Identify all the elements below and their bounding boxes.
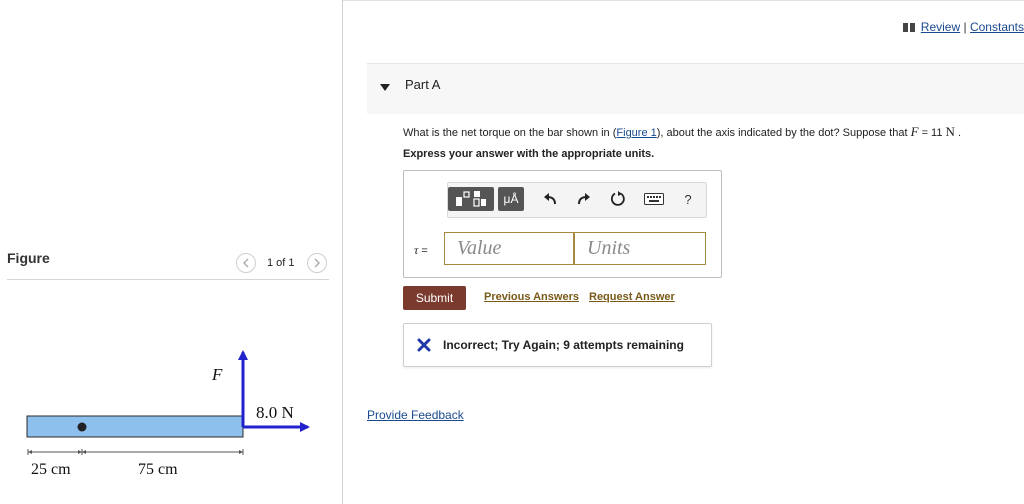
- undo-button[interactable]: [540, 187, 560, 211]
- force-unit: N: [945, 124, 955, 139]
- force-horizontal-label: 8.0 N: [256, 403, 294, 422]
- force-f-label: F: [211, 365, 223, 384]
- previous-answers-link[interactable]: Previous Answers: [484, 291, 579, 303]
- request-answer-link[interactable]: Request Answer: [589, 291, 675, 303]
- figure-link[interactable]: Figure 1: [616, 127, 656, 139]
- question-middle: ), about the axis indicated by the dot? …: [656, 127, 911, 139]
- keyboard-button[interactable]: [642, 187, 666, 211]
- undo-icon: [544, 193, 556, 205]
- part-header[interactable]: Part A: [367, 63, 1024, 114]
- keyboard-icon: [644, 193, 664, 205]
- part-title: Part A: [405, 77, 441, 92]
- chevron-left-icon: [243, 258, 249, 268]
- figure-heading: Figure: [7, 250, 50, 266]
- provide-feedback-link[interactable]: Provide Feedback: [367, 408, 464, 422]
- constants-link[interactable]: Constants: [970, 20, 1024, 34]
- answer-label: τ =: [414, 243, 428, 258]
- bar-diagram: F 8.0 N 25 cm 75 cm: [26, 350, 310, 478]
- figure-prev-button[interactable]: [236, 253, 256, 273]
- templates-button[interactable]: [448, 187, 494, 211]
- link-separator: |: [963, 20, 967, 34]
- question-prefix: What is the net torque on the bar shown …: [403, 127, 617, 139]
- chevron-right-icon: [314, 258, 320, 268]
- force-variable: F: [910, 124, 919, 139]
- incorrect-x-icon: [417, 338, 431, 352]
- answer-box: μÅ ? τ = Value Units: [403, 170, 722, 278]
- left-dimension-label: 25 cm: [31, 461, 71, 478]
- equation-toolbar: μÅ ?: [447, 182, 707, 218]
- question-text: What is the net torque on the bar shown …: [403, 124, 961, 140]
- redo-icon: [578, 193, 590, 205]
- help-button[interactable]: ?: [678, 187, 698, 211]
- units-input[interactable]: [574, 232, 706, 265]
- units-symbol: μÅ: [503, 192, 519, 206]
- units-button[interactable]: μÅ: [498, 187, 524, 211]
- templates-icon: [456, 191, 486, 207]
- pivot-dot: [77, 422, 87, 432]
- help-icon: ?: [684, 191, 692, 207]
- bar: [26, 415, 244, 438]
- figure-counter: 1 of 1: [267, 257, 295, 269]
- redo-button[interactable]: [574, 187, 594, 211]
- question-equals: = 11: [918, 127, 946, 139]
- book-icon: [902, 23, 915, 32]
- review-link[interactable]: Review: [921, 20, 960, 34]
- value-input[interactable]: [444, 232, 574, 265]
- figure-next-button[interactable]: [307, 253, 327, 273]
- top-divider: [343, 0, 1024, 1]
- reset-icon: [610, 191, 625, 206]
- reset-button[interactable]: [608, 187, 628, 211]
- collapse-caret-icon[interactable]: [380, 84, 390, 91]
- feedback-box: Incorrect; Try Again; 9 attempts remaini…: [403, 323, 712, 367]
- question-suffix: .: [954, 127, 962, 139]
- panel-divider: [342, 0, 343, 504]
- answer-instruction: Express your answer with the appropriate…: [403, 148, 655, 160]
- feedback-message: Incorrect; Try Again; 9 attempts remaini…: [443, 338, 684, 352]
- top-links: Review | Constants: [902, 20, 1024, 34]
- right-dimension-label: 75 cm: [138, 461, 178, 478]
- submit-button[interactable]: Submit: [403, 286, 466, 310]
- answer-equals: =: [418, 245, 428, 257]
- figure-divider: [7, 279, 329, 280]
